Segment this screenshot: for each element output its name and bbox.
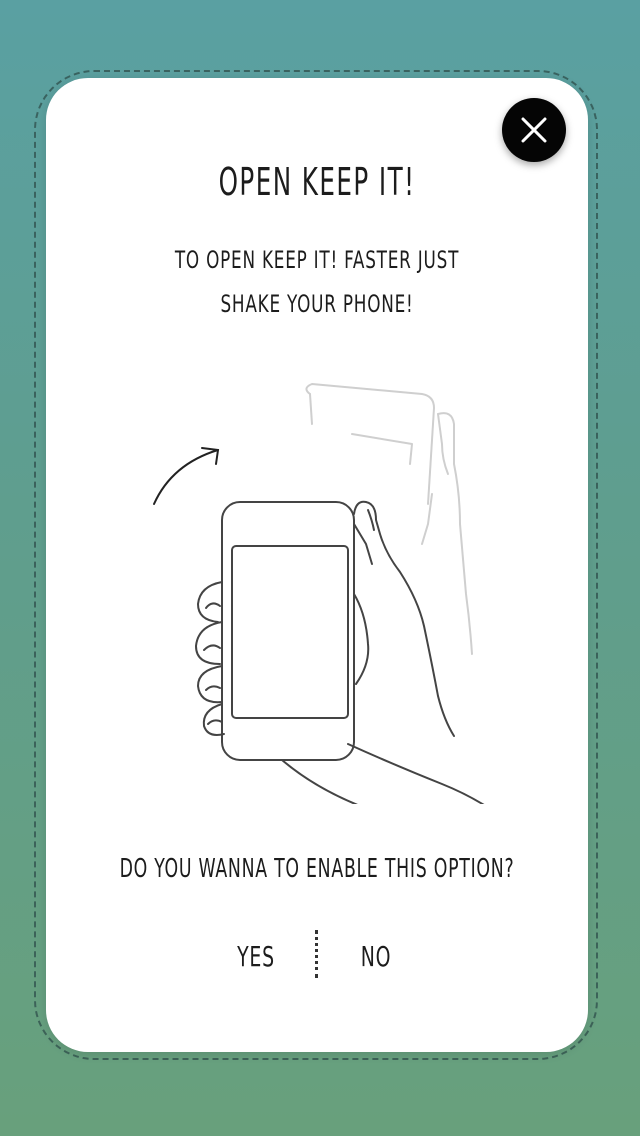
no-button[interactable]: NO bbox=[346, 940, 406, 973]
yes-button[interactable]: YES bbox=[226, 940, 286, 973]
close-icon bbox=[521, 117, 547, 143]
dialog-description: TO OPEN KEEP IT! FASTER JUST SHAKE YOUR … bbox=[174, 246, 460, 318]
enable-question: DO YOU WANNA TO ENABLE THIS OPTION? bbox=[119, 854, 515, 884]
button-divider bbox=[315, 930, 318, 978]
dialog-title: OPEN KEEP IT! bbox=[218, 160, 416, 204]
dialog-card: OPEN KEEP IT! TO OPEN KEEP IT! FASTER JU… bbox=[46, 78, 588, 1052]
shake-phone-illustration bbox=[153, 383, 485, 804]
close-button[interactable] bbox=[502, 98, 566, 162]
